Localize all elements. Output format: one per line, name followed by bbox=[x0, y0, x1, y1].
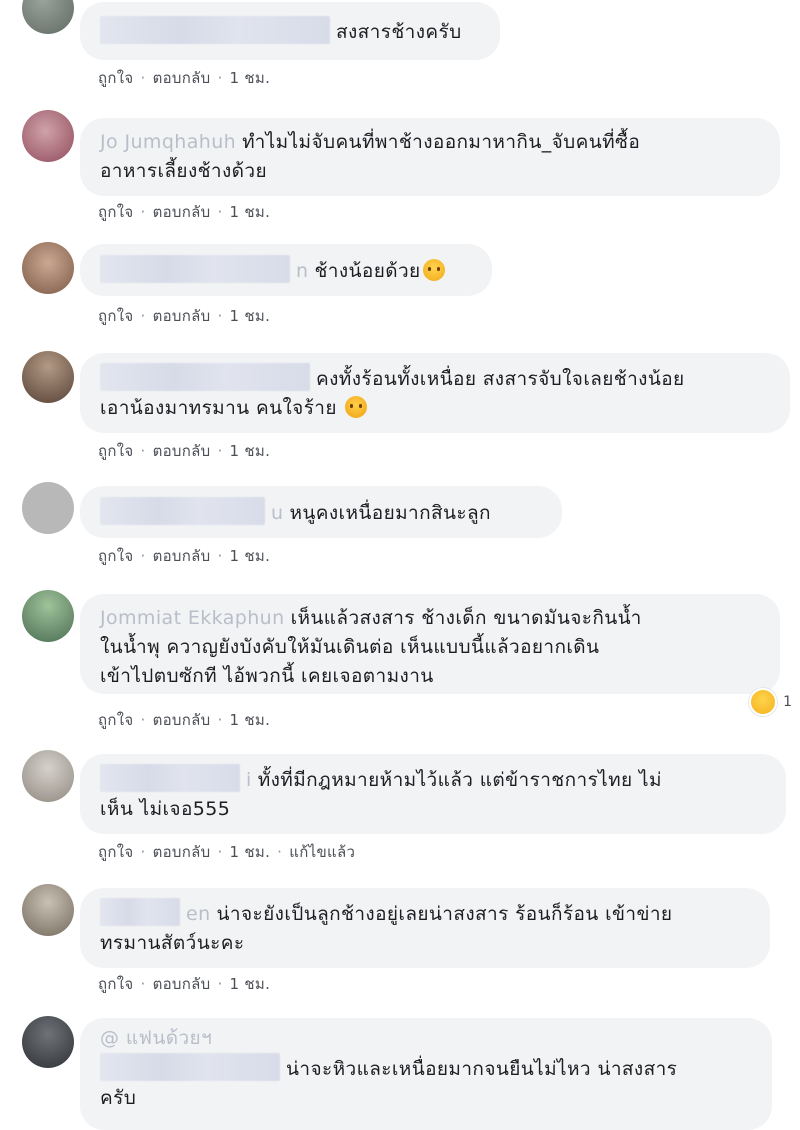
comment-text-line: เอาน้องมาทรมาน คนใจร้าย bbox=[100, 397, 337, 419]
reaction-count: 1 bbox=[783, 694, 792, 710]
commenter-name[interactable] bbox=[100, 16, 330, 44]
comment-actions: ถูกใจ · ตอบกลับ · 1 ชม. bbox=[98, 975, 271, 993]
commenter-name[interactable]: Jo Jumqhahuh bbox=[100, 131, 236, 153]
sad-reaction-icon bbox=[749, 688, 778, 716]
comment-bubble: Jommiat Ekkaphun เห็นแล้วสงสาร ช้างเด็ก ข… bbox=[80, 594, 780, 694]
comment-time[interactable]: 1 ชม. bbox=[230, 442, 271, 460]
comment-bubble: Jo Jumqhahuh ทำไมไม่จับคนที่พาช้างออกมาหา… bbox=[80, 118, 780, 196]
comment-bubble: n ช้างน้อยด้วย bbox=[80, 244, 492, 296]
comment-bubble: u หนูคงเหนื่อยมากสินะลูก bbox=[80, 486, 562, 538]
comment-text-line: ทั้งที่มีกฎหมายห้ามไว้แล้ว แต่ข้าราชการไ… bbox=[257, 769, 662, 791]
commenter-name[interactable]: Jommiat Ekkaphun bbox=[100, 607, 285, 629]
comment-actions: ถูกใจ · ตอบกลับ · 1 ชม. bbox=[98, 69, 271, 87]
reaction-summary[interactable]: 1 bbox=[749, 688, 792, 716]
comment-text-line: น่าจะยังเป็นลูกช้างอยู่เลยน่าสงสาร ร้อนก… bbox=[216, 903, 673, 925]
avatar[interactable] bbox=[22, 242, 74, 294]
comment-time[interactable]: 1 ชม. bbox=[230, 547, 271, 565]
reply-link[interactable]: ตอบกลับ bbox=[153, 69, 211, 87]
avatar[interactable] bbox=[22, 1016, 74, 1068]
comment-text-line: ทำไมไม่จับคนที่พาช้างออกมาหากิน_จับคนที่… bbox=[242, 131, 641, 153]
commenter-name-blurred bbox=[100, 1053, 280, 1081]
comment-text-line: เข้าไปตบซักที ไอ้พวกนี้ เคยเจอตามงาน bbox=[100, 665, 434, 687]
comment-time[interactable]: 1 ชม. bbox=[230, 69, 271, 87]
comment-text-line: น่าจะหิวและเหนื่อยมากจนยืนไม่ไหว น่าสงสา… bbox=[286, 1058, 678, 1080]
comment-time[interactable]: 1 ชม. bbox=[230, 843, 271, 861]
like-link[interactable]: ถูกใจ bbox=[98, 711, 133, 729]
edited-label[interactable]: แก้ไขแล้ว bbox=[289, 843, 355, 861]
reply-link[interactable]: ตอบกลับ bbox=[153, 442, 211, 460]
comment-bubble: i ทั้งที่มีกฎหมายห้ามไว้แล้ว แต่ข้าราชการ… bbox=[80, 754, 786, 834]
commenter-name[interactable]: @ แฟนด้วยฯ bbox=[100, 1027, 212, 1049]
like-link[interactable]: ถูกใจ bbox=[98, 843, 133, 861]
like-link[interactable]: ถูกใจ bbox=[98, 547, 133, 565]
comment-actions: ถูกใจ · ตอบกลับ · 1 ชม. bbox=[98, 307, 271, 325]
comment-time[interactable]: 1 ชม. bbox=[230, 307, 271, 325]
commenter-name[interactable] bbox=[100, 497, 265, 525]
comment-text: สงสารช้างครับ bbox=[336, 21, 462, 43]
comment-bubble: en น่าจะยังเป็นลูกช้างอยู่เลยน่าสงสาร ร้อ… bbox=[80, 888, 770, 968]
comment-actions: ถูกใจ · ตอบกลับ · 1 ชม. · แก้ไขแล้ว bbox=[98, 843, 356, 861]
comment-bubble: สงสารช้างครับ bbox=[80, 2, 500, 60]
comment-time[interactable]: 1 ชม. bbox=[230, 975, 271, 993]
avatar[interactable] bbox=[22, 590, 74, 642]
reply-link[interactable]: ตอบกลับ bbox=[153, 203, 211, 221]
comment-actions: ถูกใจ · ตอบกลับ · 1 ชม. bbox=[98, 547, 271, 565]
commenter-name[interactable] bbox=[100, 363, 310, 391]
commenter-name[interactable] bbox=[100, 898, 180, 926]
like-link[interactable]: ถูกใจ bbox=[98, 442, 133, 460]
reply-link[interactable]: ตอบกลับ bbox=[153, 711, 211, 729]
reply-link[interactable]: ตอบกลับ bbox=[153, 307, 211, 325]
comment-actions: ถูกใจ · ตอบกลับ · 1 ชม. bbox=[98, 711, 271, 729]
avatar[interactable] bbox=[22, 351, 74, 403]
comment-text-line: ในน้ำพุ ควาญยังบังคับให้มันเดินต่อ เห็นแ… bbox=[100, 636, 600, 658]
avatar[interactable] bbox=[22, 0, 74, 34]
comment-actions: ถูกใจ · ตอบกลับ · 1 ชม. bbox=[98, 203, 271, 221]
like-link[interactable]: ถูกใจ bbox=[98, 203, 133, 221]
commenter-name[interactable] bbox=[100, 255, 290, 283]
comment-text: หนูคงเหนื่อยมากสินะลูก bbox=[289, 502, 491, 524]
reply-link[interactable]: ตอบกลับ bbox=[153, 975, 211, 993]
comment-text-line: เห็น ไม่เจอ555 bbox=[100, 798, 231, 820]
comment-bubble: @ แฟนด้วยฯ น่าจะหิวและเหนื่อยมากจนยืนไม่… bbox=[80, 1018, 772, 1130]
reply-link[interactable]: ตอบกลับ bbox=[153, 843, 211, 861]
like-link[interactable]: ถูกใจ bbox=[98, 69, 133, 87]
like-link[interactable]: ถูกใจ bbox=[98, 307, 133, 325]
comment-text-line: ทรมานสัตว์นะคะ bbox=[100, 932, 245, 954]
avatar[interactable] bbox=[22, 884, 74, 936]
avatar[interactable] bbox=[22, 482, 74, 534]
comment-text-line: เห็นแล้วสงสาร ช้างเด็ก ขนาดมันจะกินน้ำ bbox=[290, 607, 642, 629]
reply-link[interactable]: ตอบกลับ bbox=[153, 547, 211, 565]
comment-actions: ถูกใจ · ตอบกลับ · 1 ชม. bbox=[98, 442, 271, 460]
comment-text-line: ครับ bbox=[100, 1087, 137, 1109]
comment-bubble: คงทั้งร้อนทั้งเหนื่อย สงสารจับใจเลยช้างน… bbox=[80, 353, 790, 433]
crying-face-icon bbox=[345, 396, 368, 418]
comment-text-line: อาหารเลี้ยงช้างด้วย bbox=[100, 160, 268, 182]
commenter-name[interactable] bbox=[100, 764, 240, 792]
sad-face-icon bbox=[422, 259, 445, 281]
like-link[interactable]: ถูกใจ bbox=[98, 975, 133, 993]
comment-time[interactable]: 1 ชม. bbox=[230, 711, 271, 729]
comment-text-line: คงทั้งร้อนทั้งเหนื่อย สงสารจับใจเลยช้างน… bbox=[316, 368, 685, 390]
comment-time[interactable]: 1 ชม. bbox=[230, 203, 271, 221]
avatar[interactable] bbox=[22, 750, 74, 802]
avatar[interactable] bbox=[22, 110, 74, 162]
comment-text: ช้างน้อยด้วย bbox=[314, 260, 421, 282]
